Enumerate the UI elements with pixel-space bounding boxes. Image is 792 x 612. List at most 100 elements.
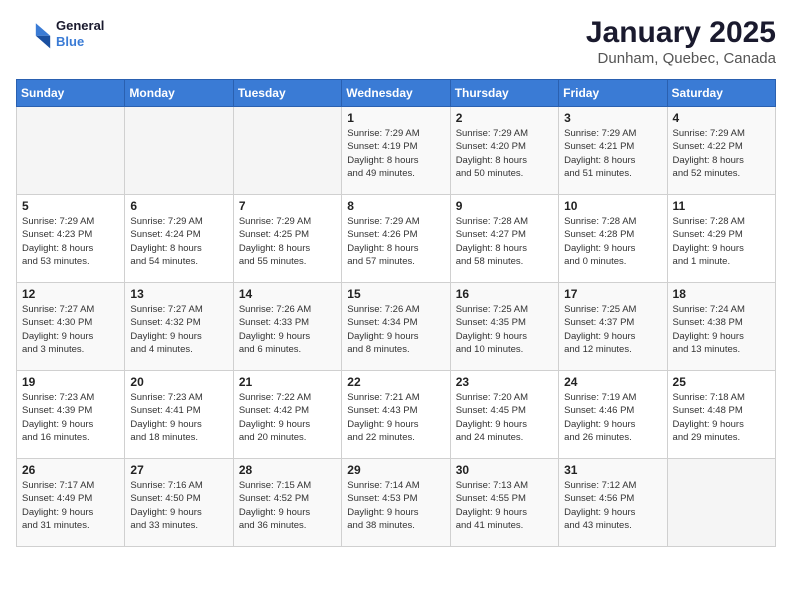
calendar-week-row: 1 Sunrise: 7:29 AM Sunset: 4:19 PM Daylig…: [17, 107, 776, 195]
weekday-header: Saturday: [667, 80, 775, 107]
day-info: Sunrise: 7:29 AM Sunset: 4:20 PM Dayligh…: [456, 127, 553, 180]
calendar-cell: 28Sunrise: 7:15 AM Sunset: 4:52 PM Dayli…: [233, 459, 341, 547]
logo-icon: [16, 16, 52, 52]
logo: General Blue: [16, 16, 104, 52]
calendar-title: January 2025: [586, 16, 776, 50]
day-number: 23: [456, 375, 553, 389]
day-info: Sunrise: 7:13 AM Sunset: 4:55 PM Dayligh…: [456, 479, 553, 532]
day-info: Sunrise: 7:12 AM Sunset: 4:56 PM Dayligh…: [564, 479, 661, 532]
day-info: Sunrise: 7:22 AM Sunset: 4:42 PM Dayligh…: [239, 391, 336, 444]
day-info: Sunrise: 7:18 AM Sunset: 4:48 PM Dayligh…: [673, 391, 770, 444]
day-info: Sunrise: 7:28 AM Sunset: 4:28 PM Dayligh…: [564, 215, 661, 268]
day-info: Sunrise: 7:28 AM Sunset: 4:29 PM Dayligh…: [673, 215, 770, 268]
day-info: Sunrise: 7:21 AM Sunset: 4:43 PM Dayligh…: [347, 391, 444, 444]
calendar-cell: 8 Sunrise: 7:29 AM Sunset: 4:26 PM Daylig…: [342, 195, 450, 283]
calendar-cell: 21 Sunrise: 7:22 AM Sunset: 4:42 PM Dayli…: [233, 371, 341, 459]
day-number: 30: [456, 463, 553, 477]
day-number: 20: [130, 375, 227, 389]
calendar-cell: 1 Sunrise: 7:29 AM Sunset: 4:19 PM Daylig…: [342, 107, 450, 195]
page-header: General Blue January 2025 Dunham, Quebec…: [16, 16, 776, 67]
day-number: 12: [22, 287, 119, 301]
day-info: Sunrise: 7:19 AM Sunset: 4:46 PM Dayligh…: [564, 391, 661, 444]
day-info: Sunrise: 7:29 AM Sunset: 4:19 PM Dayligh…: [347, 127, 444, 180]
day-number: 17: [564, 287, 661, 301]
day-number: 8: [347, 199, 444, 213]
day-number: 31: [564, 463, 661, 477]
day-info: Sunrise: 7:20 AM Sunset: 4:45 PM Dayligh…: [456, 391, 553, 444]
calendar-header: SundayMondayTuesdayWednesdayThursdayFrid…: [17, 80, 776, 107]
calendar-cell: [125, 107, 233, 195]
day-number: 11: [673, 199, 770, 213]
calendar-cell: [17, 107, 125, 195]
weekday-row: SundayMondayTuesdayWednesdayThursdayFrid…: [17, 80, 776, 107]
day-info: Sunrise: 7:24 AM Sunset: 4:38 PM Dayligh…: [673, 303, 770, 356]
day-number: 5: [22, 199, 119, 213]
day-info: Sunrise: 7:27 AM Sunset: 4:32 PM Dayligh…: [130, 303, 227, 356]
calendar-cell: 10 Sunrise: 7:28 AM Sunset: 4:28 PM Dayli…: [559, 195, 667, 283]
calendar-subtitle: Dunham, Quebec, Canada: [586, 50, 776, 67]
weekday-header: Friday: [559, 80, 667, 107]
weekday-header: Wednesday: [342, 80, 450, 107]
calendar-cell: 18 Sunrise: 7:24 AM Sunset: 4:38 PM Dayli…: [667, 283, 775, 371]
calendar-cell: 20 Sunrise: 7:23 AM Sunset: 4:41 PM Dayli…: [125, 371, 233, 459]
calendar-cell: 5Sunrise: 7:29 AM Sunset: 4:23 PM Daylig…: [17, 195, 125, 283]
calendar-cell: 14Sunrise: 7:26 AM Sunset: 4:33 PM Dayli…: [233, 283, 341, 371]
day-number: 16: [456, 287, 553, 301]
day-number: 14: [239, 287, 336, 301]
calendar-table: SundayMondayTuesdayWednesdayThursdayFrid…: [16, 79, 776, 547]
day-number: 7: [239, 199, 336, 213]
day-info: Sunrise: 7:26 AM Sunset: 4:34 PM Dayligh…: [347, 303, 444, 356]
calendar-cell: 2 Sunrise: 7:29 AM Sunset: 4:20 PM Daylig…: [450, 107, 558, 195]
calendar-cell: [667, 459, 775, 547]
day-info: Sunrise: 7:29 AM Sunset: 4:22 PM Dayligh…: [673, 127, 770, 180]
day-info: Sunrise: 7:25 AM Sunset: 4:35 PM Dayligh…: [456, 303, 553, 356]
day-info: Sunrise: 7:15 AM Sunset: 4:52 PM Dayligh…: [239, 479, 336, 532]
calendar-cell: 25 Sunrise: 7:18 AM Sunset: 4:48 PM Dayli…: [667, 371, 775, 459]
day-number: 26: [22, 463, 119, 477]
day-info: Sunrise: 7:27 AM Sunset: 4:30 PM Dayligh…: [22, 303, 119, 356]
calendar-cell: 16 Sunrise: 7:25 AM Sunset: 4:35 PM Dayli…: [450, 283, 558, 371]
calendar-cell: 9 Sunrise: 7:28 AM Sunset: 4:27 PM Daylig…: [450, 195, 558, 283]
day-number: 9: [456, 199, 553, 213]
calendar-cell: 19Sunrise: 7:23 AM Sunset: 4:39 PM Dayli…: [17, 371, 125, 459]
calendar-cell: 22 Sunrise: 7:21 AM Sunset: 4:43 PM Dayli…: [342, 371, 450, 459]
calendar-cell: [233, 107, 341, 195]
day-number: 2: [456, 111, 553, 125]
day-info: Sunrise: 7:25 AM Sunset: 4:37 PM Dayligh…: [564, 303, 661, 356]
weekday-header: Sunday: [17, 80, 125, 107]
day-number: 6: [130, 199, 227, 213]
calendar-week-row: 5Sunrise: 7:29 AM Sunset: 4:23 PM Daylig…: [17, 195, 776, 283]
day-number: 18: [673, 287, 770, 301]
day-info: Sunrise: 7:16 AM Sunset: 4:50 PM Dayligh…: [130, 479, 227, 532]
calendar-cell: 24 Sunrise: 7:19 AM Sunset: 4:46 PM Dayli…: [559, 371, 667, 459]
day-info: Sunrise: 7:23 AM Sunset: 4:39 PM Dayligh…: [22, 391, 119, 444]
calendar-cell: 17 Sunrise: 7:25 AM Sunset: 4:37 PM Dayli…: [559, 283, 667, 371]
day-number: 24: [564, 375, 661, 389]
day-info: Sunrise: 7:17 AM Sunset: 4:49 PM Dayligh…: [22, 479, 119, 532]
day-info: Sunrise: 7:14 AM Sunset: 4:53 PM Dayligh…: [347, 479, 444, 532]
calendar-cell: 3Sunrise: 7:29 AM Sunset: 4:21 PM Daylig…: [559, 107, 667, 195]
calendar-cell: 7Sunrise: 7:29 AM Sunset: 4:25 PM Daylig…: [233, 195, 341, 283]
weekday-header: Thursday: [450, 80, 558, 107]
calendar-cell: 12 Sunrise: 7:27 AM Sunset: 4:30 PM Dayli…: [17, 283, 125, 371]
day-info: Sunrise: 7:23 AM Sunset: 4:41 PM Dayligh…: [130, 391, 227, 444]
day-number: 29: [347, 463, 444, 477]
day-number: 1: [347, 111, 444, 125]
logo-line1: General: [56, 18, 104, 34]
calendar-cell: 29 Sunrise: 7:14 AM Sunset: 4:53 PM Dayli…: [342, 459, 450, 547]
calendar-week-row: 12 Sunrise: 7:27 AM Sunset: 4:30 PM Dayli…: [17, 283, 776, 371]
day-info: Sunrise: 7:29 AM Sunset: 4:26 PM Dayligh…: [347, 215, 444, 268]
day-info: Sunrise: 7:29 AM Sunset: 4:24 PM Dayligh…: [130, 215, 227, 268]
calendar-cell: 11 Sunrise: 7:28 AM Sunset: 4:29 PM Dayli…: [667, 195, 775, 283]
day-number: 21: [239, 375, 336, 389]
day-number: 4: [673, 111, 770, 125]
day-number: 3: [564, 111, 661, 125]
calendar-cell: 27Sunrise: 7:16 AM Sunset: 4:50 PM Dayli…: [125, 459, 233, 547]
day-number: 25: [673, 375, 770, 389]
day-number: 22: [347, 375, 444, 389]
calendar-cell: 6 Sunrise: 7:29 AM Sunset: 4:24 PM Daylig…: [125, 195, 233, 283]
weekday-header: Tuesday: [233, 80, 341, 107]
day-info: Sunrise: 7:28 AM Sunset: 4:27 PM Dayligh…: [456, 215, 553, 268]
logo-text: General Blue: [56, 18, 104, 49]
day-number: 10: [564, 199, 661, 213]
